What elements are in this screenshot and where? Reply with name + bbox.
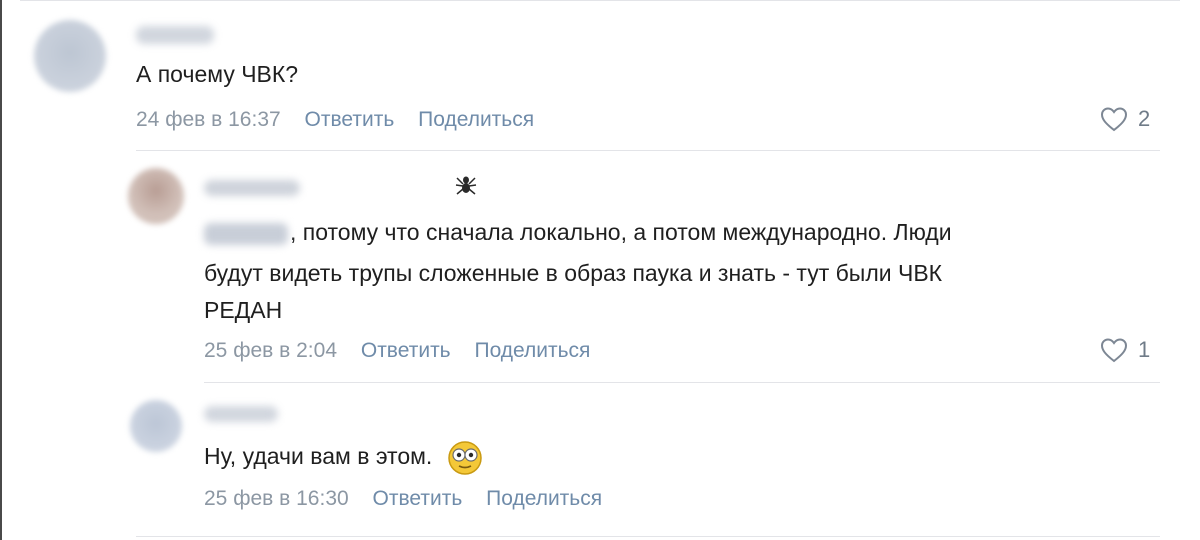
comment-text: , потому что сначала локально, а потом м… [204,214,952,250]
like-button[interactable]: 2 [1100,106,1150,132]
share-button[interactable]: Поделиться [474,337,590,365]
comment-meta: 25 фев в 16:30 Ответить Поделиться [204,485,620,513]
author-name-redacted[interactable] [136,26,214,44]
author-name-redacted[interactable] [204,180,300,196]
share-button[interactable]: Поделиться [486,485,602,513]
author-name-redacted[interactable] [204,406,278,422]
comment-meta: 24 фев в 16:37 Ответить Поделиться [136,106,552,134]
comment-text-line-1: , потому что сначала локально, а потом м… [290,219,952,245]
share-button[interactable]: Поделиться [418,106,534,134]
mention-redacted[interactable] [204,222,288,245]
heart-icon [1100,338,1128,363]
comment-text: А почему ЧВК? [136,61,299,87]
avatar[interactable] [34,20,106,92]
avatar[interactable] [130,400,182,452]
bottom-divider [136,536,1160,537]
comment-date[interactable]: 24 фев в 16:37 [136,106,281,134]
top-divider [20,0,1180,1]
spider-icon [455,176,477,195]
reply-button[interactable]: Ответить [361,337,451,365]
comment-text-body: Ну, удачи вам в этом. [204,443,433,469]
comment-divider [136,150,1160,151]
comment-date[interactable]: 25 фев в 2:04 [204,337,337,365]
comment-date[interactable]: 25 фев в 16:30 [204,485,349,513]
heart-icon [1100,107,1128,132]
like-count: 1 [1138,337,1151,362]
comment-text: Ну, удачи вам в этом. [204,438,483,476]
like-count: 2 [1138,106,1151,131]
comment-text-line-2: будут видеть трупы сложенные в образ пау… [204,260,943,286]
comment-meta: 25 фев в 2:04 Ответить Поделиться [204,337,608,365]
reply-button[interactable]: Ответить [305,106,395,134]
dizzy-face-emoji-icon [447,441,482,475]
reply-button[interactable]: Ответить [373,485,463,513]
like-button[interactable]: 1 [1100,337,1150,363]
avatar[interactable] [128,168,184,224]
comment-divider [204,382,1160,383]
window-left-border [0,0,2,540]
comment-text-line-3: РЕДАН [204,297,283,323]
